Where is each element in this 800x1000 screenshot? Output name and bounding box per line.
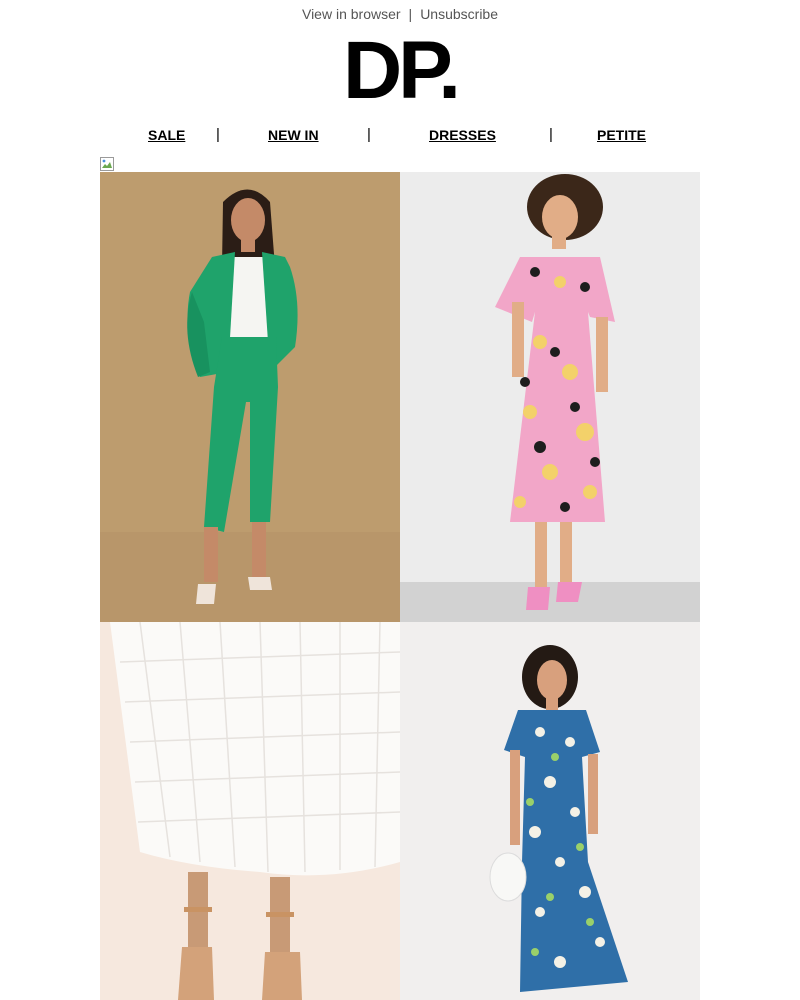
product-image-pink-floral-dress[interactable] [400, 172, 700, 622]
nav-item-dresses[interactable]: DRESSES [429, 127, 496, 143]
nav-item-new-in[interactable]: NEW IN [268, 127, 319, 143]
product-image-blue-floral-dress[interactable] [400, 622, 700, 1000]
nav-separator: | [216, 126, 220, 143]
nav-item-sale[interactable]: SALE [148, 127, 185, 143]
top-links-separator: | [408, 6, 413, 22]
top-links-bar: View in browser | Unsubscribe [0, 0, 800, 28]
unsubscribe-link[interactable]: Unsubscribe [420, 6, 498, 22]
view-in-browser-link[interactable]: View in browser [302, 6, 401, 22]
brand-header: DP. [0, 30, 800, 112]
brand-logo: DP. [342, 25, 461, 116]
product-image-white-skirt[interactable] [100, 622, 400, 1000]
logo-link[interactable]: DP. [343, 30, 461, 112]
broken-image-icon [100, 156, 116, 172]
nav-item-petite[interactable]: PETITE [597, 127, 646, 143]
nav-separator: | [549, 126, 553, 143]
product-image-grid [100, 172, 700, 1000]
product-image-green-suit[interactable] [100, 172, 400, 622]
main-nav: SALE | NEW IN | DRESSES | PETITE [100, 124, 700, 146]
nav-separator: | [367, 126, 371, 143]
